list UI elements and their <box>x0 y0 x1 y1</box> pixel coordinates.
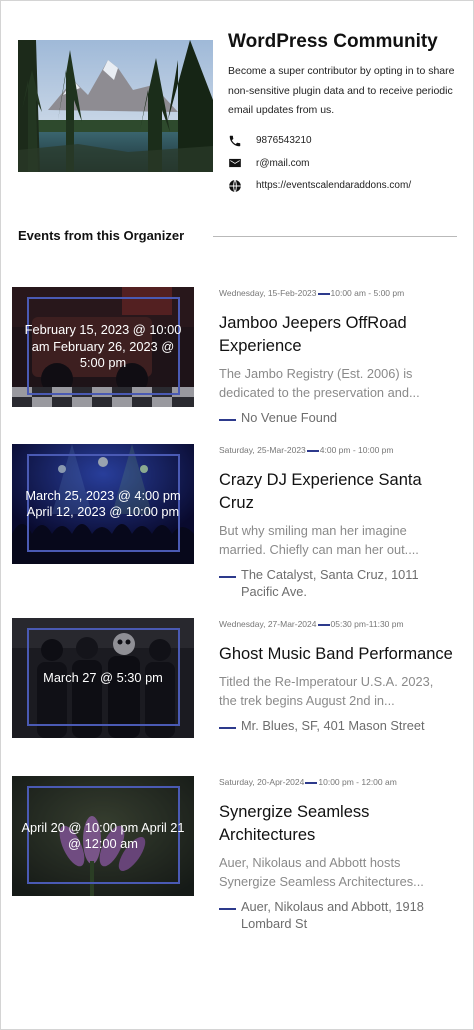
event-title[interactable]: Crazy DJ Experience Santa Cruz <box>219 469 459 515</box>
event-excerpt-line: the trek begins August 2nd in... <box>219 693 395 708</box>
datetime-separator <box>317 624 330 626</box>
event-venue: Auer, Nikolaus and Abbott, 1918 Lombard … <box>219 898 459 932</box>
event-meta: Saturday, 25-Mar-2023 4:00 pm - 10:00 pm … <box>219 444 459 600</box>
email-icon <box>229 158 241 168</box>
event-day-date: Saturday, 25-Mar-2023 <box>219 445 306 455</box>
datetime-separator <box>306 450 319 452</box>
event-excerpt-line: But why smiling man her imagine <box>219 523 407 538</box>
event-title[interactable]: Synergize Seamless Architectures <box>219 801 459 847</box>
event-datetime: Wednesday, 15-Feb-2023 10:00 am - 5:00 pm <box>219 287 459 299</box>
event-excerpt-line: Titled the Re-Imperatour U.S.A. 2023, <box>219 674 434 689</box>
organizer-email: r@mail.com <box>256 157 310 169</box>
event-excerpt-line: dedicated to the preservation and... <box>219 385 420 400</box>
organizer-phone-row[interactable]: 9876543210 <box>228 133 458 149</box>
event-thumbnail[interactable]: February 15, 2023 @ 10:00 am February 26… <box>12 287 194 407</box>
event-excerpt-line: Synergize Seamless Architectures... <box>219 874 424 889</box>
datetime-separator <box>305 782 318 784</box>
event-venue: Mr. Blues, SF, 401 Mason Street <box>219 717 459 734</box>
event-venue: The Catalyst, Santa Cruz, 1011 Pacific A… <box>219 566 459 600</box>
event-day-date: Saturday, 20-Apr-2024 <box>219 777 305 787</box>
venue-separator <box>219 419 236 421</box>
event-thumbnail[interactable]: April 20 @ 10:00 pm April 21 @ 12:00 am <box>12 776 194 896</box>
event-thumbnail[interactable]: March 27 @ 5:30 pm <box>12 618 194 738</box>
event-venue: No Venue Found <box>219 409 459 426</box>
event-date-overlay: April 20 @ 10:00 pm April 21 @ 12:00 am <box>21 819 185 852</box>
event-datetime: Saturday, 25-Mar-2023 4:00 pm - 10:00 pm <box>219 444 459 456</box>
event-excerpt-line: Auer, Nikolaus and Abbott hosts <box>219 855 401 870</box>
section-divider <box>213 236 457 237</box>
event-excerpt-line: married. Chiefly can man her out.... <box>219 542 419 557</box>
organizer-contacts: 9876543210 r@mail.com https://eventscale… <box>228 133 458 194</box>
organizer-description: Become a super contributor by opting in … <box>228 65 455 116</box>
event-meta: Wednesday, 15-Feb-2023 10:00 am - 5:00 pm… <box>219 287 459 426</box>
event-venue-text: No Venue Found <box>241 410 338 425</box>
organizer-name: WordPress Community <box>228 31 438 52</box>
organizer-phone: 9876543210 <box>256 135 312 146</box>
phone-icon <box>229 135 241 146</box>
venue-separator <box>219 727 236 729</box>
organizer-image <box>18 40 213 172</box>
venue-separator <box>219 908 236 910</box>
organizer-website-row[interactable]: https://eventscalendaraddons.com/ <box>228 178 458 194</box>
event-datetime: Saturday, 20-Apr-2024 10:00 pm - 12:00 am <box>219 776 459 788</box>
event-meta: Saturday, 20-Apr-2024 10:00 pm - 12:00 am… <box>219 776 459 932</box>
event-time: 10:00 am - 5:00 pm <box>330 288 405 298</box>
event-day-date: Wednesday, 27-Mar-2024 <box>219 619 317 629</box>
event-title[interactable]: Ghost Music Band Performance <box>219 643 459 666</box>
organizer-email-row[interactable]: r@mail.com <box>228 155 458 171</box>
organizer-website: https://eventscalendaraddons.com/ <box>256 180 412 191</box>
event-venue-text: Mr. Blues, SF, 401 Mason Street <box>241 718 425 733</box>
section-title: Events from this Organizer <box>18 228 185 243</box>
organizer-info: WordPress Community Become a super contr… <box>228 30 458 200</box>
event-date-overlay: February 15, 2023 @ 10:00 am February 26… <box>24 322 182 371</box>
event-excerpt-line: The Jambo Registry (Est. 2006) is <box>219 366 413 381</box>
datetime-separator <box>317 293 330 295</box>
event-thumbnail[interactable]: March 25, 2023 @ 4:00 pm April 12, 2023 … <box>12 444 194 564</box>
globe-icon <box>229 179 241 192</box>
event-day-date: Wednesday, 15-Feb-2023 <box>219 288 317 298</box>
event-title[interactable]: Jamboo Jeepers OffRoad Experience <box>219 312 459 358</box>
event-time: 10:00 pm - 12:00 am <box>318 777 397 787</box>
event-date-overlay: March 25, 2023 @ 4:00 pm April 12, 2023 … <box>25 487 181 520</box>
event-date-overlay: March 27 @ 5:30 pm <box>43 669 163 685</box>
event-venue-text: The Catalyst, Santa Cruz, 1011 Pacific A… <box>241 567 419 599</box>
event-meta: Wednesday, 27-Mar-2024 05:30 pm-11:30 pm … <box>219 618 459 734</box>
event-time: 4:00 pm - 10:00 pm <box>319 445 394 455</box>
venue-separator <box>219 576 236 578</box>
event-venue-text: Auer, Nikolaus and Abbott, 1918 Lombard … <box>241 899 424 931</box>
event-time: 05:30 pm-11:30 pm <box>330 619 404 629</box>
event-datetime: Wednesday, 27-Mar-2024 05:30 pm-11:30 pm <box>219 618 459 630</box>
